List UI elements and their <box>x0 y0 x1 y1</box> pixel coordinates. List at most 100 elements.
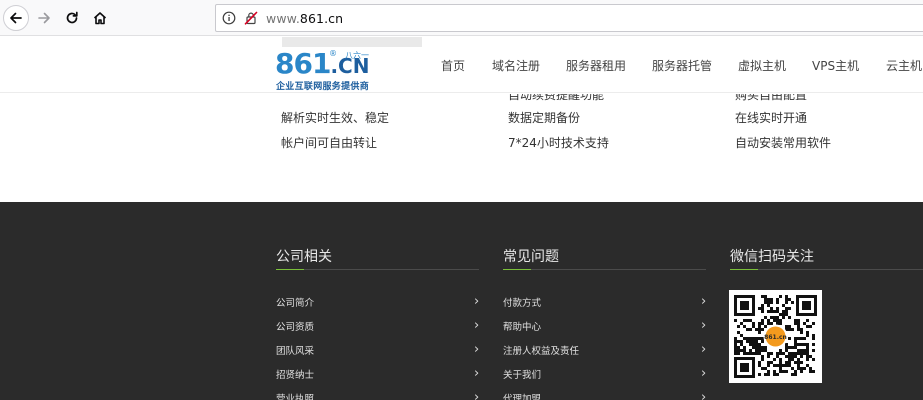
qr-module <box>755 346 758 349</box>
insecure-lock-icon[interactable] <box>244 11 258 25</box>
qr-module <box>764 349 767 352</box>
footer-link-careers[interactable]: 招贤纳士 <box>276 367 314 381</box>
qr-module <box>797 325 800 328</box>
qr-module <box>755 340 758 343</box>
nav-cloud-host[interactable]: 云主机 <box>886 57 922 74</box>
qr-module <box>797 361 800 364</box>
chevron-right-icon: › <box>701 366 707 381</box>
qr-module <box>806 346 809 349</box>
qr-module <box>812 337 815 340</box>
qr-module <box>758 349 761 352</box>
footer-link-about[interactable]: 公司简介 <box>276 295 314 309</box>
qr-module <box>755 328 758 331</box>
logo-registered-mark: ® <box>329 49 337 58</box>
qr-module <box>767 373 770 376</box>
qr-module <box>788 358 791 361</box>
qr-module <box>785 295 788 298</box>
qr-module <box>797 364 800 367</box>
qr-module <box>782 316 785 319</box>
footer-link-registrant-rights[interactable]: 注册人权益及责任 <box>503 343 579 357</box>
qr-module <box>776 352 779 355</box>
qr-module <box>785 346 788 349</box>
reload-button[interactable] <box>59 5 85 31</box>
nav-domain-registration[interactable]: 域名注册 <box>492 57 540 74</box>
feature-item: 解析实时生效、稳定 <box>281 111 390 125</box>
qr-center-label: 861.cn <box>764 334 787 341</box>
qr-module <box>779 322 782 325</box>
qr-module <box>743 337 746 340</box>
qr-module <box>773 364 776 367</box>
qr-module <box>749 352 752 355</box>
qr-module <box>785 370 788 373</box>
qr-module <box>812 343 815 346</box>
qr-module <box>761 358 764 361</box>
qr-module <box>788 355 791 358</box>
qr-module <box>776 301 779 304</box>
qr-module <box>806 331 809 334</box>
qr-module <box>767 304 770 307</box>
nav-vps-host[interactable]: VPS主机 <box>812 57 859 74</box>
qr-module <box>740 343 743 346</box>
footer-link-payment[interactable]: 付款方式 <box>503 295 541 309</box>
qr-module <box>752 337 755 340</box>
qr-module <box>743 325 746 328</box>
qr-module <box>785 355 788 358</box>
qr-module <box>803 322 806 325</box>
qr-module <box>767 370 770 373</box>
footer-link-about-us[interactable]: 关于我们 <box>503 367 541 381</box>
qr-code-image: 861.cn <box>734 295 817 378</box>
feature-item: 数据定期备份 <box>508 111 581 125</box>
chevron-right-icon: › <box>701 318 707 333</box>
url-bar[interactable]: www.861.cn <box>215 4 923 32</box>
qr-module <box>806 352 809 355</box>
qr-module <box>746 337 749 340</box>
footer-link-agent[interactable]: 代理加盟 <box>503 391 541 400</box>
qr-module <box>806 334 809 337</box>
qr-module <box>800 328 803 331</box>
home-button[interactable] <box>87 5 113 31</box>
qr-module <box>791 346 794 349</box>
qr-module <box>761 295 764 298</box>
footer-link-license[interactable]: 营业执照 <box>276 391 314 400</box>
footer-link-help[interactable]: 帮助中心 <box>503 319 541 333</box>
nav-home[interactable]: 首页 <box>441 57 465 74</box>
qr-module <box>779 358 782 361</box>
footer-divider <box>730 269 923 270</box>
qr-module <box>761 349 764 352</box>
qr-module <box>797 322 800 325</box>
qr-module <box>791 358 794 361</box>
qr-module <box>788 307 791 310</box>
qr-module <box>779 367 782 370</box>
site-logo[interactable]: 861.CN ® 八六一 企业互联网服务提供商 <box>275 48 375 94</box>
qr-module <box>743 319 746 322</box>
qr-module <box>785 310 788 313</box>
qr-module <box>758 325 761 328</box>
qr-module <box>755 349 758 352</box>
qr-module <box>773 373 776 376</box>
footer-title-wechat: 微信扫码关注 <box>730 249 814 265</box>
qr-module <box>767 301 770 304</box>
forward-button[interactable] <box>31 5 57 31</box>
info-icon[interactable] <box>222 11 236 25</box>
qr-module <box>764 316 767 319</box>
home-icon <box>93 12 107 25</box>
qr-module <box>794 340 797 343</box>
qr-module <box>803 367 806 370</box>
footer-link-team[interactable]: 团队风采 <box>276 343 314 357</box>
qr-module <box>809 367 812 370</box>
nav-virtual-host[interactable]: 虚拟主机 <box>738 57 786 74</box>
qr-module <box>806 325 809 328</box>
qr-module <box>806 358 809 361</box>
qr-module <box>800 361 803 364</box>
nav-server-rental[interactable]: 服务器租用 <box>566 57 626 74</box>
back-button[interactable] <box>3 5 29 31</box>
footer-link-qualifications[interactable]: 公司资质 <box>276 319 314 333</box>
nav-server-hosting[interactable]: 服务器托管 <box>652 57 712 74</box>
qr-module <box>779 352 782 355</box>
qr-module <box>803 343 806 346</box>
qr-module <box>803 337 806 340</box>
qr-module <box>764 298 767 301</box>
qr-module <box>800 331 803 334</box>
qr-module <box>773 310 776 313</box>
feature-item: 自动安装常用软件 <box>735 136 832 150</box>
